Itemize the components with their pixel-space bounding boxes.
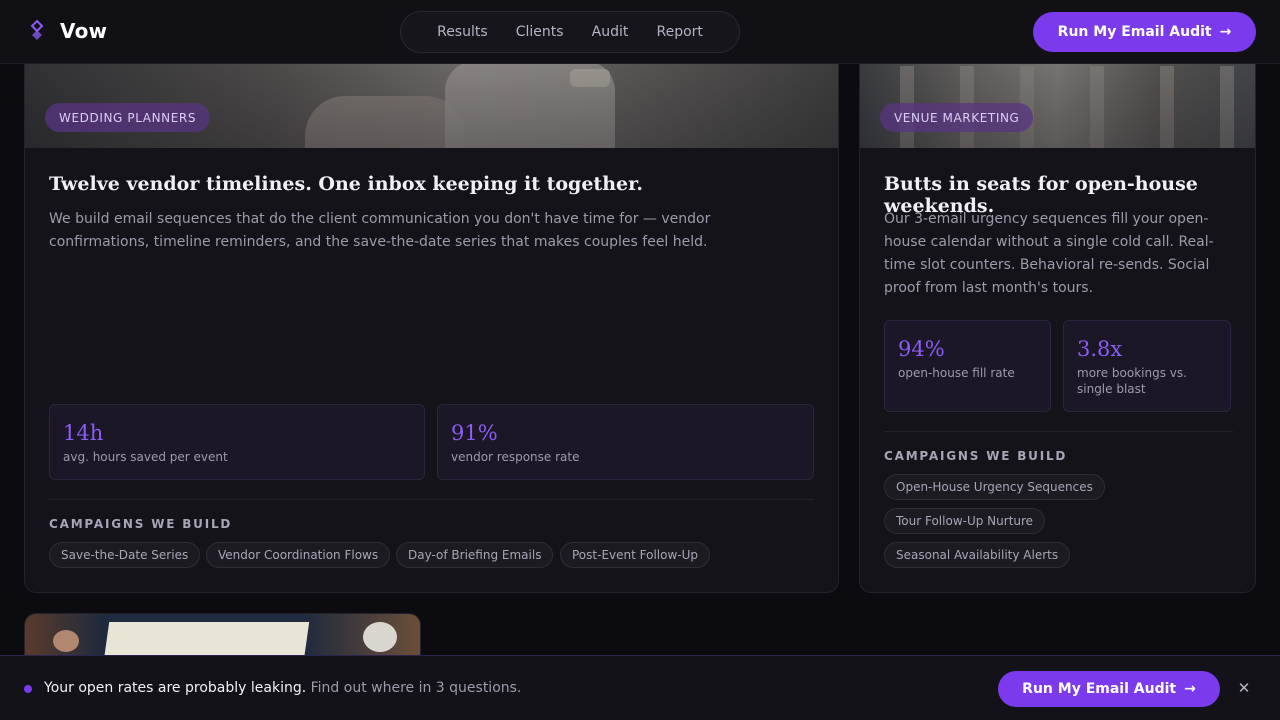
stat-label: vendor response rate <box>451 450 580 464</box>
card-description: We build email sequences that do the cli… <box>49 208 819 254</box>
stat-value: 91% <box>451 421 498 445</box>
brand-logo[interactable]: Vow <box>28 19 107 43</box>
card-description-line: house calendar without a single cold cal… <box>884 234 1214 250</box>
campaign-chip[interactable]: Open-House Urgency Sequences <box>884 474 1105 500</box>
brand-name: Vow <box>60 19 108 43</box>
stat-more-bookings: 3.8x more bookings vs. single blast <box>1063 320 1231 412</box>
run-audit-button[interactable]: Run My Email Audit → <box>1033 12 1256 52</box>
card-description-line: We build email sequences that do the cli… <box>49 211 711 227</box>
category-tag: VENUE MARKETING <box>880 103 1034 132</box>
section-divider <box>49 499 814 500</box>
nav-link-report[interactable]: Report <box>656 24 702 40</box>
wedding-planners-card: WEDDING PLANNERS Twelve vendor timelines… <box>24 20 839 593</box>
stat-fill-rate: 94% open-house fill rate <box>884 320 1051 412</box>
stat-label: single blast <box>1077 382 1146 396</box>
nav-link-audit[interactable]: Audit <box>592 24 629 40</box>
card-description-line: confirmations, timeline reminders, and t… <box>49 234 708 250</box>
nav-link-clients[interactable]: Clients <box>516 24 564 40</box>
campaign-chip[interactable]: Vendor Coordination Flows <box>206 542 391 568</box>
arrow-right-icon: → <box>1184 681 1196 697</box>
venue-marketing-card: VENUE MARKETING Butts in seats for open-… <box>859 20 1256 593</box>
section-divider <box>884 431 1233 432</box>
campaigns-heading: CAMPAIGNS WE BUILD <box>884 449 1068 463</box>
primary-nav: Results Clients Audit Report <box>400 11 740 53</box>
audit-promo-bar: Your open rates are probably leaking. Fi… <box>0 655 1280 720</box>
promo-message: Your open rates are probably leaking. Fi… <box>44 680 521 696</box>
stat-label: open-house fill rate <box>898 366 1015 380</box>
stat-label: avg. hours saved per event <box>63 450 228 464</box>
campaign-chip[interactable]: Seasonal Availability Alerts <box>884 542 1071 568</box>
close-icon[interactable]: ✕ <box>1234 678 1254 698</box>
stat-hours-saved: 14h avg. hours saved per event <box>49 404 425 480</box>
campaign-chip[interactable]: Post-Event Follow-Up <box>560 542 710 568</box>
promo-headline: Your open rates are probably leaking. <box>44 680 307 696</box>
card-description-line: Our 3-email urgency sequences fill your … <box>884 211 1209 227</box>
card-description-line: time slot counters. Behavioral re-sends.… <box>884 257 1210 273</box>
stat-vendor-response: 91% vendor response rate <box>437 404 814 480</box>
stat-value: 3.8x <box>1077 337 1123 361</box>
run-audit-label: Run My Email Audit <box>1057 24 1212 40</box>
run-audit-bottom-button[interactable]: Run My Email Audit → <box>998 671 1220 707</box>
card-title: Twelve vendor timelines. One inbox keepi… <box>49 173 643 195</box>
category-tag: WEDDING PLANNERS <box>45 103 211 132</box>
stat-value: 14h <box>63 421 104 445</box>
stat-label: more bookings vs. <box>1077 366 1187 380</box>
arrow-right-icon: → <box>1219 24 1232 40</box>
campaign-chip[interactable]: Tour Follow-Up Nurture <box>884 508 1046 534</box>
logo-icon <box>30 19 44 40</box>
campaigns-heading: CAMPAIGNS WE BUILD <box>49 517 233 531</box>
top-navbar: Vow Results Clients Audit Report Run My … <box>0 0 1280 64</box>
card-description: Our 3-email urgency sequences fill your … <box>884 208 1234 300</box>
campaign-chip[interactable]: Save-the-Date Series <box>49 542 201 568</box>
campaign-chip[interactable]: Day-of Briefing Emails <box>396 542 554 568</box>
nav-link-results[interactable]: Results <box>437 24 488 40</box>
run-audit-label: Run My Email Audit <box>1022 681 1177 697</box>
promo-subtext: Find out where in 3 questions. <box>306 680 522 696</box>
card-description-line: proof from last month's tours. <box>884 280 1094 296</box>
stat-value: 94% <box>898 337 945 361</box>
status-dot-icon <box>24 685 32 693</box>
